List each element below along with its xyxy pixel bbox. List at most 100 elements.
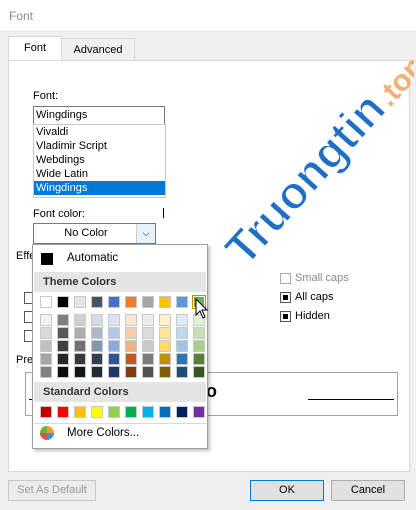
theme-shade-swatch[interactable] (193, 340, 205, 352)
theme-shade-swatch[interactable] (159, 314, 171, 326)
standard-color-swatch[interactable] (193, 406, 205, 418)
automatic-swatch[interactable] (41, 253, 53, 265)
theme-shade-swatch[interactable] (74, 314, 86, 326)
standard-color-swatch[interactable] (57, 406, 69, 418)
list-item[interactable]: Vivaldi (34, 125, 165, 139)
theme-shade-swatch[interactable] (74, 353, 86, 365)
theme-shade-swatch[interactable] (125, 314, 137, 326)
theme-shade-swatch[interactable] (74, 366, 86, 378)
theme-shade-swatch[interactable] (142, 353, 154, 365)
theme-shade-swatch[interactable] (193, 353, 205, 365)
list-item[interactable]: Vladimir Script (34, 139, 165, 153)
window-title: Font (9, 9, 34, 23)
theme-shade-swatch[interactable] (142, 314, 154, 326)
theme-shade-swatch[interactable] (142, 366, 154, 378)
cancel-button[interactable]: Cancel (331, 480, 405, 501)
theme-shade-swatch[interactable] (108, 366, 120, 378)
theme-shade-swatch[interactable] (176, 366, 188, 378)
cut-label-fragment (163, 208, 166, 218)
ok-button[interactable]: OK (250, 480, 324, 501)
font-color-label: Font color: (33, 208, 85, 220)
theme-shade-swatch[interactable] (57, 314, 69, 326)
standard-color-swatch[interactable] (142, 406, 154, 418)
preview-baseline (308, 399, 394, 400)
color-picker-popup: Automatic Theme Colors Standard Colors M… (32, 244, 208, 449)
theme-color-swatch[interactable] (91, 296, 103, 308)
chevron-down-icon[interactable]: ⌵ (136, 224, 155, 243)
list-item[interactable]: Wide Latin (34, 167, 165, 181)
list-item[interactable]: Webdings (34, 153, 165, 167)
tab-font[interactable]: Font (8, 36, 62, 62)
theme-color-swatch[interactable] (159, 296, 171, 308)
theme-shade-swatch[interactable] (57, 340, 69, 352)
theme-shade-swatch[interactable] (176, 327, 188, 339)
font-label: Font: (33, 90, 59, 102)
theme-colors-header: Theme Colors (34, 272, 206, 292)
theme-shade-swatch[interactable] (91, 314, 103, 326)
theme-shade-swatch[interactable] (57, 327, 69, 339)
theme-shade-swatch[interactable] (142, 340, 154, 352)
theme-color-swatch[interactable] (176, 296, 188, 308)
theme-color-swatch[interactable] (108, 296, 120, 308)
theme-color-swatch[interactable] (74, 296, 86, 308)
theme-shade-swatch[interactable] (159, 366, 171, 378)
theme-shade-swatch[interactable] (74, 327, 86, 339)
theme-shade-swatch[interactable] (193, 327, 205, 339)
tab-advanced[interactable]: Advanced (61, 38, 135, 61)
theme-shade-swatch[interactable] (159, 353, 171, 365)
theme-shade-swatch[interactable] (108, 314, 120, 326)
theme-shade-swatch[interactable] (159, 340, 171, 352)
theme-shade-swatch[interactable] (74, 340, 86, 352)
theme-shade-swatch[interactable] (40, 314, 52, 326)
theme-shade-swatch[interactable] (40, 366, 52, 378)
theme-shade-swatch[interactable] (193, 366, 205, 378)
font-input[interactable]: Wingdings (33, 106, 165, 125)
theme-shade-swatch[interactable] (40, 340, 52, 352)
theme-shade-swatch[interactable] (125, 327, 137, 339)
theme-color-swatch[interactable] (125, 296, 137, 308)
theme-shade-swatch[interactable] (40, 327, 52, 339)
theme-shade-swatch[interactable] (176, 340, 188, 352)
standard-colors-header: Standard Colors (34, 382, 206, 402)
theme-color-swatch[interactable] (142, 296, 154, 308)
watermark-logo: Truongtin .top (214, 50, 414, 275)
standard-color-swatch[interactable] (125, 406, 137, 418)
theme-shade-swatch[interactable] (125, 340, 137, 352)
theme-shade-swatch[interactable] (57, 353, 69, 365)
font-color-dropdown[interactable]: No Color ⌵ (33, 223, 156, 244)
theme-shade-swatch[interactable] (125, 353, 137, 365)
theme-shade-swatch[interactable] (91, 366, 103, 378)
more-colors-option[interactable]: More Colors... (67, 427, 139, 439)
standard-color-swatch[interactable] (108, 406, 120, 418)
theme-shade-swatch[interactable] (91, 353, 103, 365)
theme-shade-swatch[interactable] (108, 353, 120, 365)
all-caps-label: All caps (295, 291, 334, 303)
theme-shade-swatch[interactable] (108, 327, 120, 339)
standard-color-swatch[interactable] (91, 406, 103, 418)
theme-color-swatch[interactable] (40, 296, 52, 308)
svg-text:Truongtin: Truongtin (215, 82, 396, 274)
list-item-selected[interactable]: Wingdings (34, 181, 165, 195)
theme-shade-swatch[interactable] (176, 353, 188, 365)
theme-shade-swatch[interactable] (40, 353, 52, 365)
preview-label: Pre (16, 354, 34, 366)
theme-shade-swatch[interactable] (91, 327, 103, 339)
font-list[interactable]: Vivaldi Vladimir Script Webdings Wide La… (33, 124, 166, 198)
automatic-option[interactable]: Automatic (67, 252, 118, 264)
theme-shade-swatch[interactable] (159, 327, 171, 339)
theme-shade-swatch[interactable] (125, 366, 137, 378)
standard-color-swatch[interactable] (74, 406, 86, 418)
theme-shade-swatch[interactable] (57, 366, 69, 378)
theme-shade-swatch[interactable] (142, 327, 154, 339)
theme-shade-swatch[interactable] (176, 314, 188, 326)
hidden-checkbox[interactable] (280, 311, 291, 322)
all-caps-checkbox[interactable] (280, 292, 291, 303)
theme-shade-swatch[interactable] (108, 340, 120, 352)
standard-color-swatch[interactable] (176, 406, 188, 418)
theme-color-swatch[interactable] (57, 296, 69, 308)
standard-color-swatch[interactable] (159, 406, 171, 418)
set-as-default-button[interactable]: Set As Default (8, 480, 96, 501)
divider (34, 423, 206, 424)
standard-color-swatch[interactable] (40, 406, 52, 418)
theme-shade-swatch[interactable] (91, 340, 103, 352)
